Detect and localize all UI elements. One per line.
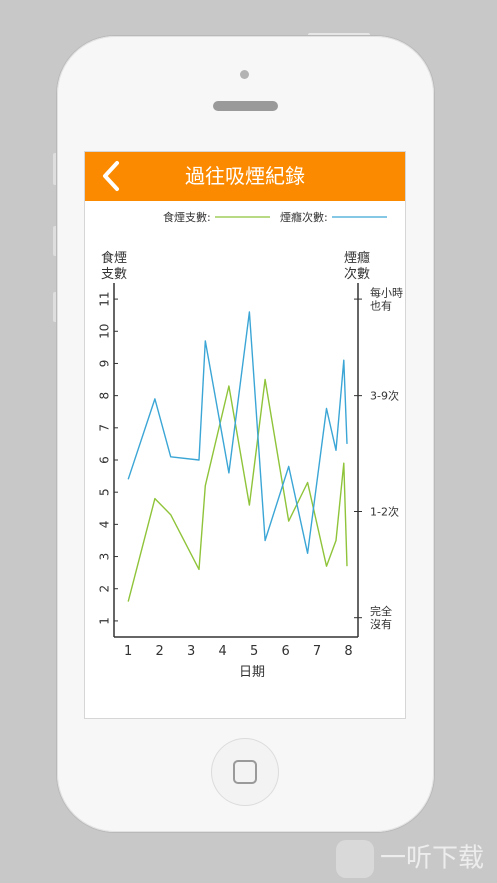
y-axis-left-label: 支數 [101, 267, 127, 282]
y-tick-label: 8 [98, 392, 112, 400]
y-tick-label: 5 [98, 488, 112, 496]
y2-tick-label: 1-2次 [370, 504, 399, 518]
home-button[interactable] [211, 738, 279, 806]
y-axis-right-label: 煙癮 [344, 250, 370, 266]
x-axis-label: 日期 [239, 665, 265, 680]
earpiece-speaker [213, 101, 278, 111]
watermark-logo-icon [336, 839, 374, 878]
y-tick-label: 6 [98, 456, 112, 464]
y-axis-left-label: 食煙 [101, 250, 127, 266]
smoking-history-chart: 食煙支數: 煙癮次數: 食煙支數 煙癮次數 1 2 3 4 5 6 7 8 9 10 11 完全沒有 1-2次 3… [98, 210, 404, 680]
x-tick-label: 7 [313, 644, 321, 659]
x-tick-label: 1 [124, 644, 132, 659]
legend-label: 煙癮次數: [280, 210, 328, 224]
x-tick-label: 3 [187, 644, 195, 659]
app-screen: 過往吸煙紀錄 食煙支數: 煙癮次數: 食煙 支數 煙癮 次數 1 2 3 4 5 6 7 8 9 10 11 完全… [84, 151, 406, 719]
y-tick-label: 1 [98, 617, 112, 625]
y-tick-label: 3 [98, 553, 112, 561]
legend-label: 食煙支數: [163, 210, 211, 224]
y2-tick-label: 3-9次 [370, 389, 399, 403]
series-line [127, 378, 348, 602]
x-tick-label: 4 [218, 644, 226, 659]
y2-tick-label: 完全 [370, 604, 392, 618]
home-square-icon [233, 760, 257, 784]
y-tick-label: 9 [98, 360, 112, 368]
front-camera [240, 70, 249, 79]
watermark: 一听下载 [336, 837, 494, 879]
y2-tick-label: 每小時 [370, 286, 403, 300]
y-tick-label: 2 [98, 585, 112, 593]
y-axis-right-label: 次數 [344, 266, 370, 282]
x-tick-label: 2 [156, 644, 164, 659]
y-tick-label: 7 [98, 424, 112, 432]
x-tick-label: 6 [281, 644, 289, 659]
y2-tick-label: 也有 [370, 299, 392, 313]
y-tick-label: 11 [98, 291, 112, 306]
y2-tick-label: 沒有 [370, 617, 392, 631]
watermark-text: 一听下载 [380, 843, 485, 874]
y-tick-label: 4 [98, 521, 112, 529]
y-tick-label: 10 [98, 324, 112, 339]
x-tick-label: 5 [250, 644, 258, 659]
x-tick-label: 8 [344, 644, 352, 659]
